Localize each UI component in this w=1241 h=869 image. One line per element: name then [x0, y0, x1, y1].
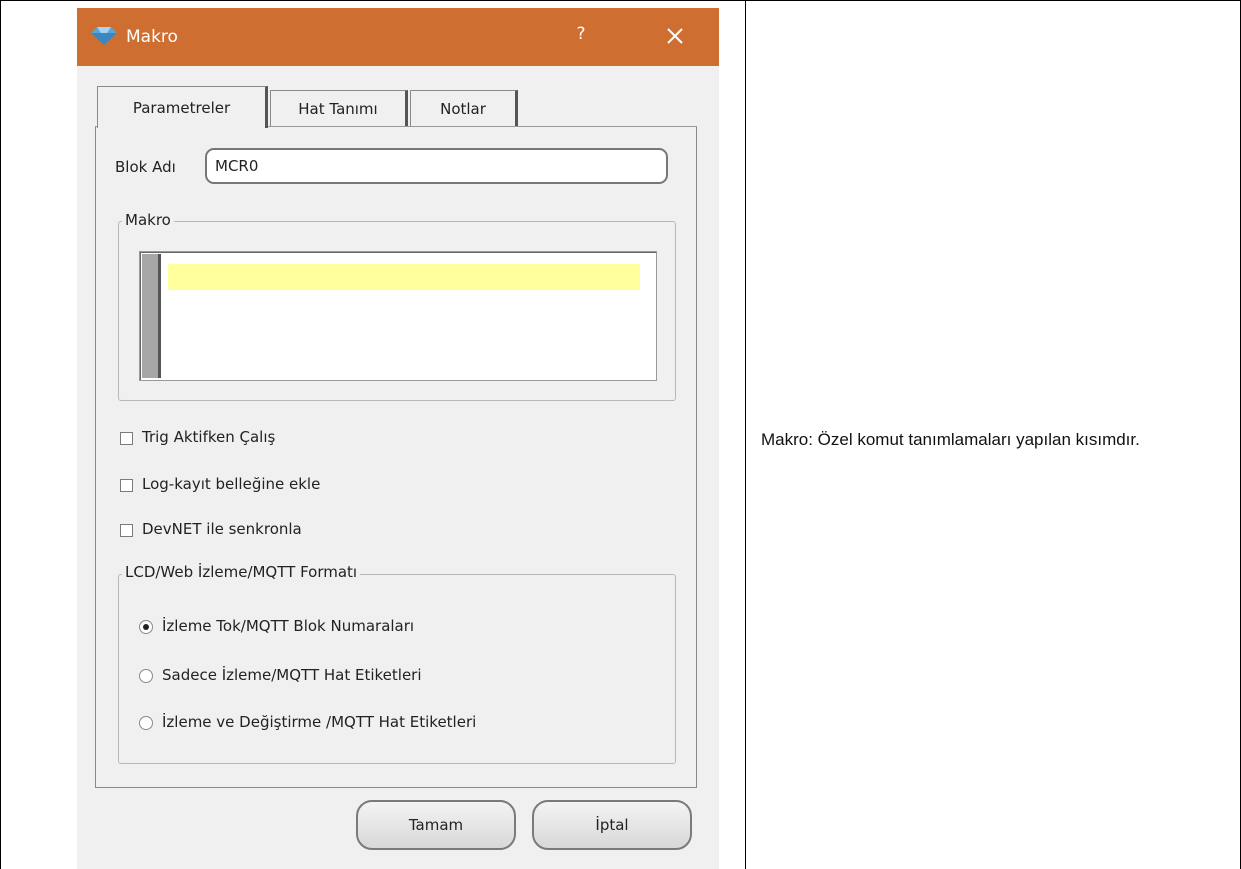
- cancel-button[interactable]: İptal: [532, 800, 692, 850]
- radio-izleme-degistirme[interactable]: [139, 716, 153, 730]
- table-border-left: [0, 0, 1, 869]
- table-border-top: [0, 0, 1241, 1]
- radio-label[interactable]: Sadece İzleme/MQTT Hat Etiketleri: [162, 666, 422, 684]
- tab-parametreler[interactable]: Parametreler: [97, 86, 268, 128]
- diamond-app-icon: [91, 27, 117, 45]
- checkbox-trig-aktifken[interactable]: [120, 432, 133, 445]
- radio-blok-numaralari[interactable]: [139, 620, 153, 634]
- editor-gutter: [142, 254, 161, 378]
- checkbox-label[interactable]: Log-kayıt belleğine ekle: [142, 475, 320, 493]
- checkbox-label[interactable]: Trig Aktifken Çalış: [142, 428, 275, 446]
- radio-label[interactable]: İzleme ve Değiştirme /MQTT Hat Etiketler…: [162, 713, 476, 731]
- help-button[interactable]: ?: [569, 24, 593, 44]
- description-text: Makro: Özel komut tanımlamaları yapılan …: [761, 430, 1140, 449]
- format-group-label: LCD/Web İzleme/MQTT Formatı: [122, 563, 361, 581]
- dialog-titlebar[interactable]: Makro ?: [77, 8, 719, 66]
- dialog-title: Makro: [126, 27, 178, 47]
- macro-group-label: Makro: [122, 211, 174, 229]
- close-icon[interactable]: [661, 22, 689, 50]
- editor-current-line[interactable]: [168, 264, 640, 290]
- makro-dialog: Makro ? Parametreler Hat Tanımı Notlar B…: [77, 8, 719, 869]
- table-border-middle: [745, 0, 746, 869]
- radio-label[interactable]: İzleme Tok/MQTT Blok Numaraları: [162, 617, 414, 635]
- block-name-label: Blok Adı: [115, 158, 176, 176]
- ok-button[interactable]: Tamam: [356, 800, 516, 850]
- block-name-input[interactable]: MCR0: [205, 148, 668, 184]
- tab-notlar[interactable]: Notlar: [410, 90, 518, 126]
- radio-sadece-izleme[interactable]: [139, 669, 153, 683]
- checkbox-devnet[interactable]: [120, 524, 133, 537]
- checkbox-log-kayit[interactable]: [120, 479, 133, 492]
- tab-hat-tanimi[interactable]: Hat Tanımı: [270, 90, 408, 126]
- macro-editor[interactable]: [139, 251, 657, 381]
- checkbox-label[interactable]: DevNET ile senkronla: [142, 520, 302, 538]
